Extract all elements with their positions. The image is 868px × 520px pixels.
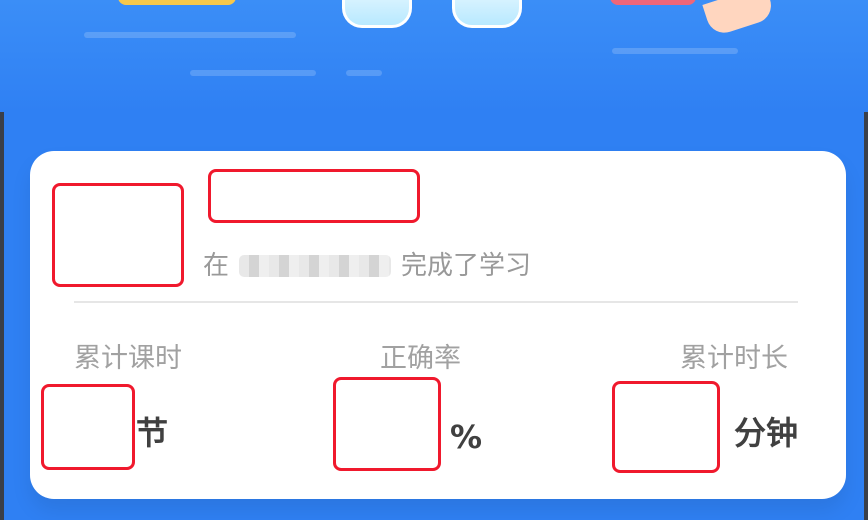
hero-illustration [0,0,868,112]
blurred-course-name [239,255,392,277]
hand-illustration [702,0,776,38]
left-cup-illustration [342,0,412,28]
name-redaction-box [208,169,420,223]
decorative-speed-line [612,48,738,54]
summary-divider [74,301,798,303]
accuracy-unit: % [450,418,483,456]
total-lessons-unit: 节 [136,414,169,452]
total-duration-label: 累计时长 [680,343,788,374]
learning-summary-card: 在 完成了学习 累计课时 正确率 累计时长 节 % 分钟 [30,151,846,499]
right-cup-illustration [452,0,522,28]
decorative-speed-line [190,70,316,76]
decorative-speed-line [84,32,296,38]
total-lessons-label: 累计课时 [74,343,182,374]
summary-suffix: 完成了学习 [401,251,532,281]
total-lessons-value-redaction-box [41,384,135,470]
yellow-sleeve-illustration [118,0,236,5]
red-sleeve-illustration [610,0,696,5]
accuracy-label: 正确率 [380,343,461,374]
accuracy-value-redaction-box [333,377,441,471]
decorative-speed-line [346,70,382,76]
avatar-redaction-box [52,183,184,287]
learning-summary-text: 在 完成了学习 [203,253,531,279]
total-duration-value-redaction-box [612,381,720,473]
total-duration-unit: 分钟 [734,414,799,452]
summary-prefix: 在 [203,251,230,281]
